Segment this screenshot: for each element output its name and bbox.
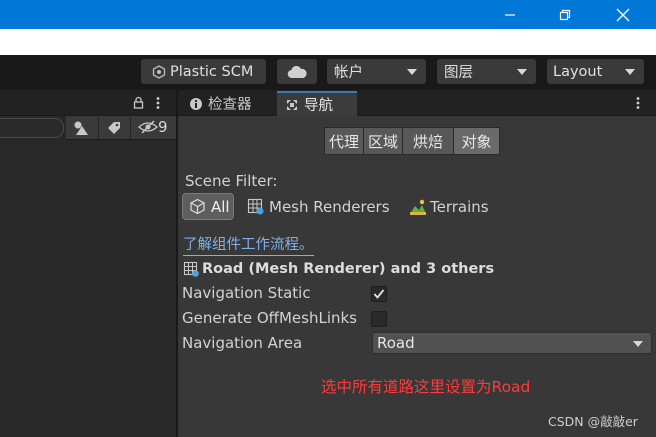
watermark: CSDN @敲敲er xyxy=(548,414,638,429)
chevron-down-icon xyxy=(633,341,643,347)
scene-draw-mode-icon[interactable] xyxy=(73,120,89,136)
eye-slash-icon xyxy=(138,120,158,134)
tab-areas-label: 区域 xyxy=(367,132,398,151)
plastic-scm-button[interactable]: Plastic SCM xyxy=(141,59,266,84)
filter-mesh-renderers-button[interactable]: Mesh Renderers xyxy=(243,193,393,220)
menu-bar-area xyxy=(0,29,656,55)
navigation-area-select[interactable]: Road xyxy=(372,332,652,354)
learn-workflow-link[interactable]: 了解组件工作流程。 xyxy=(183,236,314,256)
account-label: 帐户 xyxy=(334,65,363,81)
chevron-down-icon xyxy=(625,69,635,75)
annotation-note: 选中所有道路这里设置为Road xyxy=(321,378,531,396)
navigation-area-label: Navigation Area xyxy=(182,334,303,352)
object-title: Road (Mesh Renderer) and 3 others xyxy=(202,261,495,277)
tab-object[interactable]: 对象 xyxy=(453,127,500,155)
tab-agents[interactable]: 代理 xyxy=(324,127,364,155)
hidden-count: 9 xyxy=(158,118,168,136)
terrain-icon xyxy=(410,199,426,215)
filter-terrains-button[interactable]: Terrains xyxy=(405,193,497,220)
close-button[interactable] xyxy=(600,0,646,29)
plastic-scm-label: Plastic SCM xyxy=(170,63,254,80)
tab-navigation-label: 导航 xyxy=(304,98,333,114)
tab-areas[interactable]: 区域 xyxy=(363,127,403,155)
mesh-renderer-icon xyxy=(247,198,264,214)
chevron-down-icon xyxy=(407,69,417,75)
restore-button[interactable] xyxy=(542,0,588,29)
tab-bake-label: 烘焙 xyxy=(412,132,443,151)
layers-dropdown[interactable]: 图层 xyxy=(437,59,536,84)
minimize-icon xyxy=(505,13,515,16)
chevron-down-icon xyxy=(517,69,527,75)
filter-all-button[interactable]: All xyxy=(182,193,234,220)
scene-visibility-toggle[interactable]: 9 xyxy=(138,118,168,136)
info-icon xyxy=(190,97,202,110)
filter-all-label: All xyxy=(211,197,230,216)
restore-icon xyxy=(559,9,571,20)
navigation-static-checkbox[interactable] xyxy=(371,286,387,302)
tab-inspector-label: 检查器 xyxy=(208,97,252,113)
navigation-static-label: Navigation Static xyxy=(182,284,311,302)
layout-label: Layout xyxy=(553,63,603,80)
hierarchy-panel xyxy=(0,90,176,437)
layout-dropdown[interactable]: Layout xyxy=(547,59,644,84)
minimize-button[interactable] xyxy=(487,0,533,29)
filter-terrains-label: Terrains xyxy=(430,197,489,216)
navigation-icon xyxy=(287,99,297,110)
divider xyxy=(130,117,131,139)
cloud-button[interactable] xyxy=(277,59,317,84)
divider xyxy=(98,117,99,139)
tab-object-label: 对象 xyxy=(461,132,492,151)
account-dropdown[interactable]: 帐户 xyxy=(327,59,426,84)
checkmark-icon xyxy=(373,289,385,299)
tab-navigation[interactable]: 导航 xyxy=(277,91,357,116)
filter-mesh-renderers-label: Mesh Renderers xyxy=(269,197,390,216)
scene-filter-label: Scene Filter: xyxy=(185,172,278,190)
close-icon xyxy=(616,8,630,21)
mesh-renderer-icon xyxy=(183,261,199,277)
layers-label: 图层 xyxy=(444,65,473,81)
tab-agents-label: 代理 xyxy=(328,132,359,151)
hierarchy-panel-header xyxy=(0,90,176,116)
generate-offmeshlinks-label: Generate OffMeshLinks xyxy=(182,309,357,327)
kebab-menu-icon[interactable] xyxy=(635,96,641,110)
tab-bake[interactable]: 烘焙 xyxy=(402,127,454,155)
cube-icon xyxy=(190,198,205,215)
navigation-area-value: Road xyxy=(377,334,415,352)
tag-icon[interactable] xyxy=(106,120,122,136)
kebab-menu-icon[interactable] xyxy=(155,96,161,110)
generate-offmeshlinks-checkbox[interactable] xyxy=(371,311,387,327)
cloud-icon xyxy=(287,65,307,78)
lock-icon[interactable] xyxy=(133,96,144,109)
search-input[interactable] xyxy=(0,118,64,138)
tab-inspector[interactable]: 检查器 xyxy=(181,91,275,116)
plastic-scm-icon xyxy=(152,64,166,79)
